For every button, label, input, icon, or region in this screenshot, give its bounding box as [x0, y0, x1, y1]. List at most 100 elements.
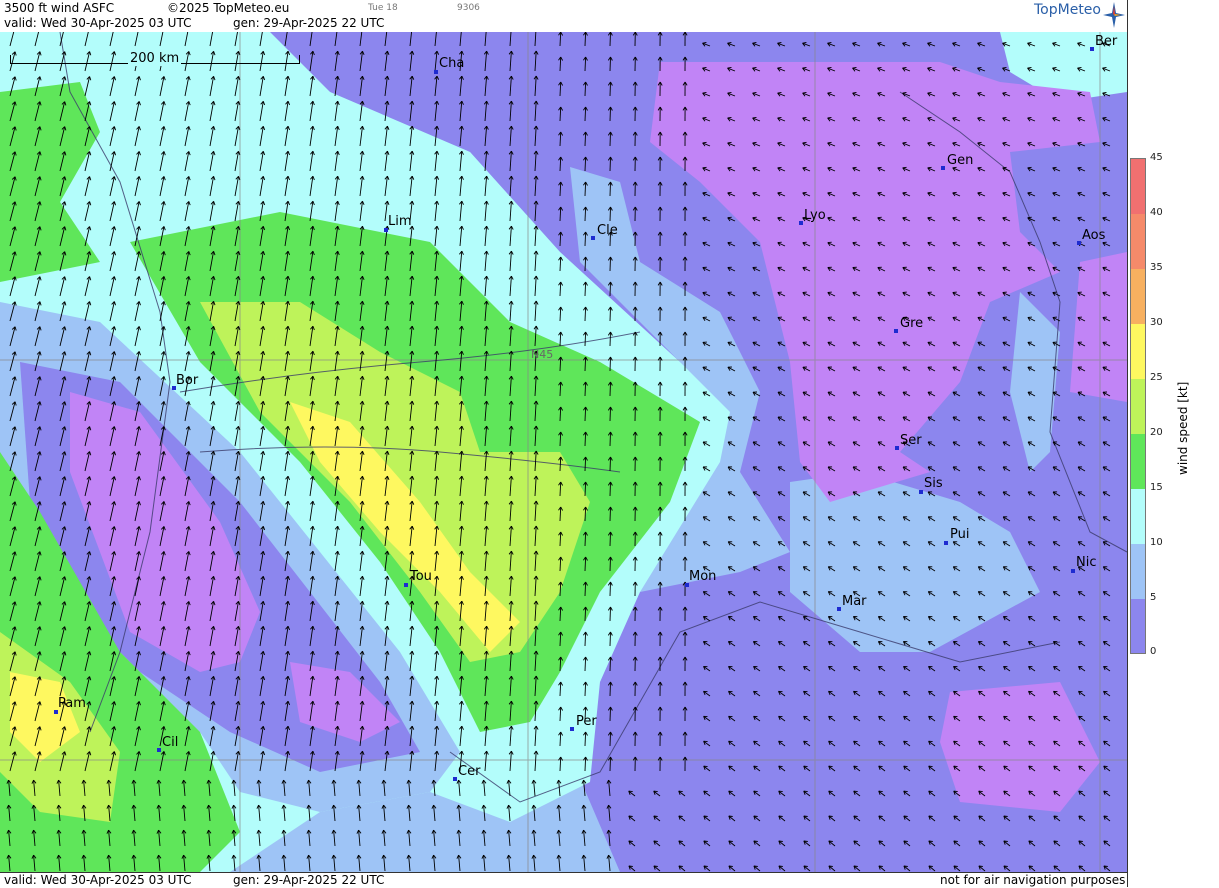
wind-arrow-head — [903, 192, 907, 193]
wind-arrow — [585, 382, 586, 396]
city-label-cle[interactable]: Cle — [597, 223, 618, 238]
wind-arrow-head — [1003, 117, 1007, 118]
wind-arrow-head — [878, 167, 882, 168]
legend-band — [1131, 599, 1145, 653]
wind-arrow — [610, 757, 611, 771]
wind-arrow — [585, 357, 586, 371]
wind-arrow — [610, 207, 611, 221]
wind-arrow-head — [1003, 167, 1007, 168]
wind-arrow-head — [853, 142, 857, 143]
day-tag: Tue 18 — [368, 3, 398, 13]
wind-arrow-head — [1028, 217, 1032, 218]
wind-arrow-head — [903, 117, 907, 118]
city-marker — [591, 236, 595, 240]
city-label-sis[interactable]: Sis — [924, 476, 943, 491]
wind-arrow — [585, 582, 586, 596]
city-label-mar[interactable]: Mar — [842, 594, 867, 609]
legend-band — [1131, 434, 1145, 489]
city-label-cil[interactable]: Cil — [162, 735, 178, 750]
city-label-gen[interactable]: Gen — [947, 153, 973, 168]
wind-arrow-head — [778, 192, 782, 193]
wind-arrow — [610, 182, 611, 196]
wind-arrow — [610, 282, 611, 296]
wind-arrow-head — [828, 142, 832, 143]
wind-arrow-head — [978, 167, 982, 168]
wind-arrow-head — [728, 192, 732, 193]
wind-arrow — [585, 57, 586, 71]
wind-arrow-head — [1078, 167, 1082, 168]
wind-arrow-head — [853, 192, 857, 193]
wind-arrow-head — [753, 167, 757, 168]
wind-arrow-head — [778, 142, 782, 143]
wind-arrow — [585, 32, 586, 46]
legend-band — [1131, 159, 1145, 214]
wind-arrow — [585, 457, 586, 471]
wind-map[interactable]: 200 km N45 Cha Ber Gen Lyo Lim Cle Aos G… — [0, 32, 1127, 872]
topmeteo-logo: TopMeteo — [1034, 2, 1101, 18]
legend-band — [1131, 324, 1145, 379]
wind-arrow-head — [828, 117, 832, 118]
wind-arrow-head — [1028, 192, 1032, 193]
wind-arrow — [610, 357, 611, 371]
wind-arrow-head — [828, 167, 832, 168]
wind-arrow — [585, 207, 586, 221]
wind-arrow — [585, 432, 586, 446]
wind-arrow-head — [1053, 142, 1057, 143]
wind-arrow-head — [828, 192, 832, 193]
wind-arrow-head — [828, 217, 832, 218]
wind-arrow-head — [753, 117, 757, 118]
legend-band — [1131, 544, 1145, 599]
city-label-lim[interactable]: Lim — [388, 214, 412, 229]
wind-arrow — [610, 32, 611, 46]
legend-tick: 10 — [1150, 537, 1163, 548]
city-label-cer[interactable]: Cer — [458, 764, 480, 779]
disclaimer: not for air navigation purposes — [940, 873, 1125, 887]
city-label-aos[interactable]: Aos — [1082, 228, 1105, 243]
wind-arrow — [585, 507, 586, 521]
wind-arrow-head — [978, 192, 982, 193]
city-label-gre[interactable]: Gre — [900, 316, 923, 331]
city-marker — [894, 329, 898, 333]
city-marker — [1077, 241, 1081, 245]
wind-arrow-head — [928, 192, 932, 193]
wind-arrow — [585, 307, 586, 321]
wind-arrow — [610, 532, 611, 546]
wind-arrow — [610, 607, 611, 621]
wind-arrow-head — [978, 142, 982, 143]
city-label-lyo[interactable]: Lyo — [804, 208, 826, 223]
city-label-mon[interactable]: Mon — [689, 569, 716, 584]
city-label-ser[interactable]: Ser — [900, 433, 922, 448]
wind-arrow — [610, 707, 611, 721]
wind-arrow-head — [803, 117, 807, 118]
wind-arrow-head — [1103, 142, 1107, 143]
city-label-nic[interactable]: Nic — [1076, 555, 1096, 570]
wind-arrow — [610, 582, 611, 596]
legend-band — [1131, 214, 1145, 269]
wind-arrow — [610, 657, 611, 671]
wind-arrow — [585, 82, 586, 96]
wind-arrow-head — [703, 167, 707, 168]
wind-arrow-head — [1078, 142, 1082, 143]
footer-bar: valid: Wed 30-Apr-2025 03 UTC gen: 29-Ap… — [0, 872, 1127, 888]
map-border — [1127, 0, 1128, 887]
header-bar: 3500 ft wind ASFC ©2025 TopMeteo.eu Tue … — [0, 0, 1127, 32]
city-label-pam[interactable]: Pam — [58, 696, 86, 711]
city-marker — [1071, 569, 1075, 573]
legend-tick: 25 — [1150, 372, 1163, 383]
wind-arrow — [610, 157, 611, 171]
wind-arrow — [610, 507, 611, 521]
wind-arrow — [585, 632, 586, 646]
city-marker — [404, 583, 408, 587]
wind-arrow — [610, 407, 611, 421]
wind-arrow-head — [1053, 117, 1057, 118]
city-label-pui[interactable]: Pui — [950, 527, 969, 542]
city-label-tou[interactable]: Tou — [410, 569, 432, 584]
wind-arrow-head — [703, 192, 707, 193]
wind-arrow-head — [803, 192, 807, 193]
city-label-ber[interactable]: Ber — [1095, 34, 1117, 49]
city-label-cha[interactable]: Cha — [439, 56, 464, 71]
legend-band — [1131, 489, 1145, 544]
wind-arrow-head — [953, 192, 957, 193]
city-label-per[interactable]: Per — [576, 714, 597, 729]
city-label-bor[interactable]: Bor — [176, 373, 198, 388]
